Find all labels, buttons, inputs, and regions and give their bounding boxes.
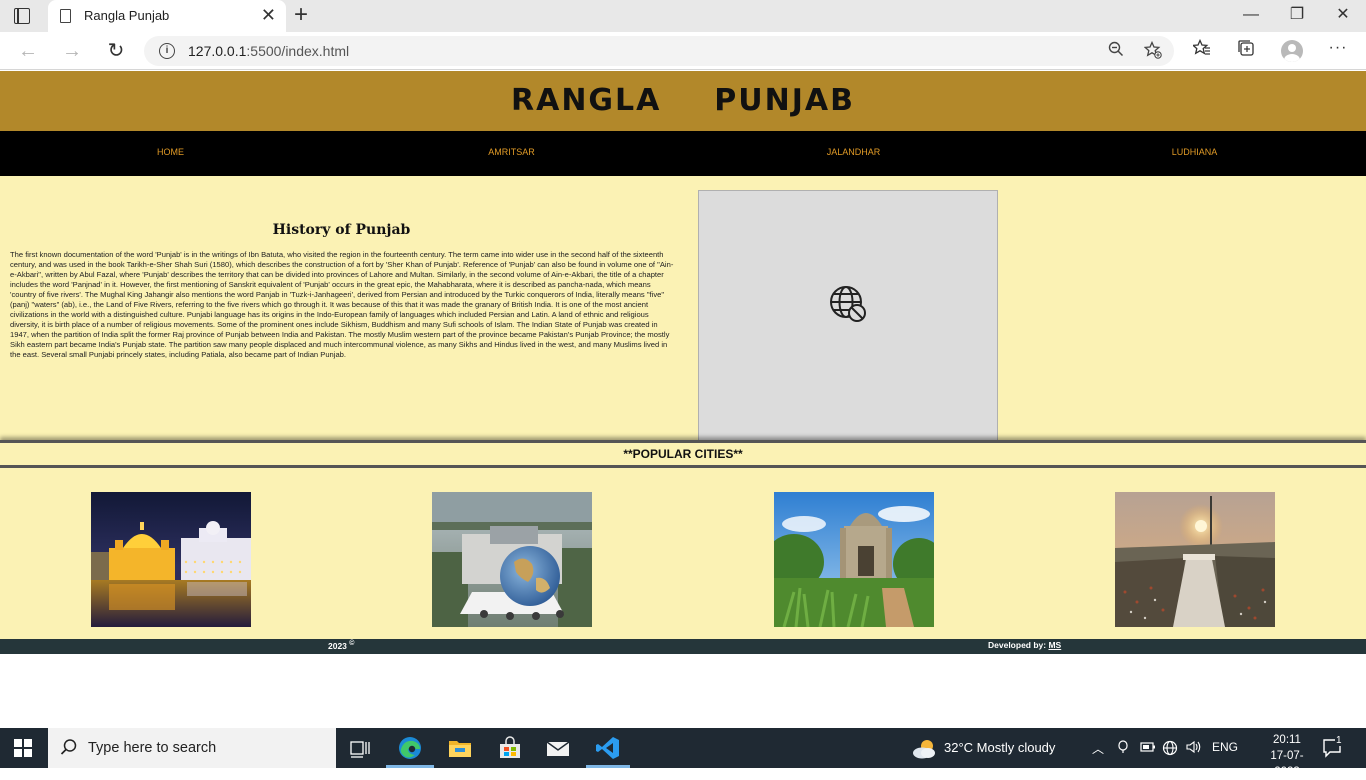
address-bar-row: ← → ↻ i 127.0.0.1:5500/index.html ··· xyxy=(0,32,1366,70)
popular-cities-bar: **POPULAR CITIES** xyxy=(0,440,1366,468)
footer-developer: Developed by: MS xyxy=(988,640,1062,650)
clock-time: 20:11 xyxy=(1273,734,1301,746)
mail-icon[interactable] xyxy=(544,734,572,762)
battery-icon[interactable] xyxy=(1140,740,1156,757)
taskbar-clock[interactable]: 20:11 17-07-2023 xyxy=(1262,732,1312,780)
minimize-icon[interactable]: — xyxy=(1228,4,1274,26)
site-header: RANGLA PUNJAB xyxy=(0,71,1366,131)
new-tab-icon[interactable]: + xyxy=(294,2,308,28)
zoom-out-icon[interactable] xyxy=(1108,41,1124,62)
show-hidden-icons-icon[interactable]: ︿ xyxy=(1092,740,1104,757)
forward-icon[interactable]: → xyxy=(58,38,86,64)
url-text: 127.0.0.1:5500/index.html xyxy=(188,43,350,59)
browser-tab[interactable]: Rangla Punjab ✕ xyxy=(48,0,286,32)
more-menu-icon[interactable]: ··· xyxy=(1325,39,1351,57)
meet-now-icon[interactable] xyxy=(1116,740,1130,757)
main-nav: HOME AMRITSAR JALANDHAR LUDHIANA xyxy=(0,131,1366,176)
nav-link-ludhiana[interactable]: LUDHIANA xyxy=(1024,147,1365,157)
copyright-symbol: © xyxy=(349,640,355,647)
favorites-icon[interactable] xyxy=(1189,38,1215,62)
site-info-icon[interactable]: i xyxy=(159,43,175,59)
vscode-icon[interactable] xyxy=(594,734,622,762)
browser-tab-strip: Rangla Punjab ✕ + — ❐ ✕ xyxy=(0,0,1366,32)
notification-center-icon[interactable]: 1 xyxy=(1322,735,1344,763)
cities-gallery xyxy=(0,468,1366,639)
tab-title: Rangla Punjab xyxy=(84,8,170,23)
broken-image-globe-icon xyxy=(829,285,867,328)
web-page: RANGLA PUNJAB HOME AMRITSAR JALANDHAR LU… xyxy=(0,71,1366,728)
weather-icon[interactable] xyxy=(912,738,938,765)
refresh-icon[interactable]: ↻ xyxy=(102,38,130,64)
task-view-icon[interactable] xyxy=(346,734,374,762)
close-tab-icon[interactable]: ✕ xyxy=(261,5,276,25)
restore-icon[interactable]: ❐ xyxy=(1274,4,1320,26)
popular-cities-heading: **POPULAR CITIES** xyxy=(623,447,743,461)
nav-link-home[interactable]: HOME xyxy=(0,147,341,157)
nav-link-jalandhar[interactable]: JALANDHAR xyxy=(683,147,1024,157)
ludhiana-monument-image[interactable] xyxy=(774,492,934,627)
collections-icon[interactable] xyxy=(1233,39,1259,62)
site-footer: 2023 © Developed by: MS xyxy=(0,639,1366,654)
profile-avatar[interactable] xyxy=(1281,40,1303,62)
nav-link-amritsar[interactable]: AMRITSAR xyxy=(341,147,682,157)
input-language[interactable]: ENG xyxy=(1212,740,1238,754)
search-icon xyxy=(60,738,78,761)
file-explorer-icon[interactable] xyxy=(446,734,474,762)
volume-icon[interactable] xyxy=(1186,740,1202,757)
footer-year: 2023 © xyxy=(328,640,355,651)
wagah-border-image[interactable] xyxy=(1115,492,1275,627)
broken-image-placeholder xyxy=(698,190,998,442)
taskbar-search-placeholder: Type here to search xyxy=(88,740,217,756)
jalandhar-science-city-image[interactable] xyxy=(432,492,592,627)
windows-taskbar: Type here to search 32°C Mostly cloudy ︿… xyxy=(0,728,1366,778)
add-favorite-icon[interactable] xyxy=(1143,40,1162,64)
windows-start-icon[interactable] xyxy=(14,739,32,757)
tab-actions-icon[interactable] xyxy=(14,8,30,24)
back-icon[interactable]: ← xyxy=(14,38,42,64)
taskbar-search-box[interactable]: Type here to search xyxy=(48,728,336,768)
site-title: RANGLA PUNJAB xyxy=(511,83,855,118)
edge-browser-icon[interactable] xyxy=(396,734,424,762)
history-section: History of Punjab The first known docume… xyxy=(0,176,1366,442)
amritsar-golden-temple-image[interactable] xyxy=(91,492,251,627)
store-icon[interactable] xyxy=(496,734,524,762)
page-icon xyxy=(60,9,71,23)
history-text: The first known documentation of the wor… xyxy=(10,250,674,359)
history-title: History of Punjab xyxy=(272,222,411,238)
weather-text[interactable]: 32°C Mostly cloudy xyxy=(944,740,1055,755)
close-window-icon[interactable]: ✕ xyxy=(1320,4,1366,26)
clock-date: 17-07-2023 xyxy=(1270,750,1304,778)
url-field[interactable]: i 127.0.0.1:5500/index.html xyxy=(144,36,1174,66)
developer-link[interactable]: MS xyxy=(1048,640,1061,650)
notification-count: 1 xyxy=(1335,735,1343,746)
network-icon[interactable] xyxy=(1162,740,1178,759)
